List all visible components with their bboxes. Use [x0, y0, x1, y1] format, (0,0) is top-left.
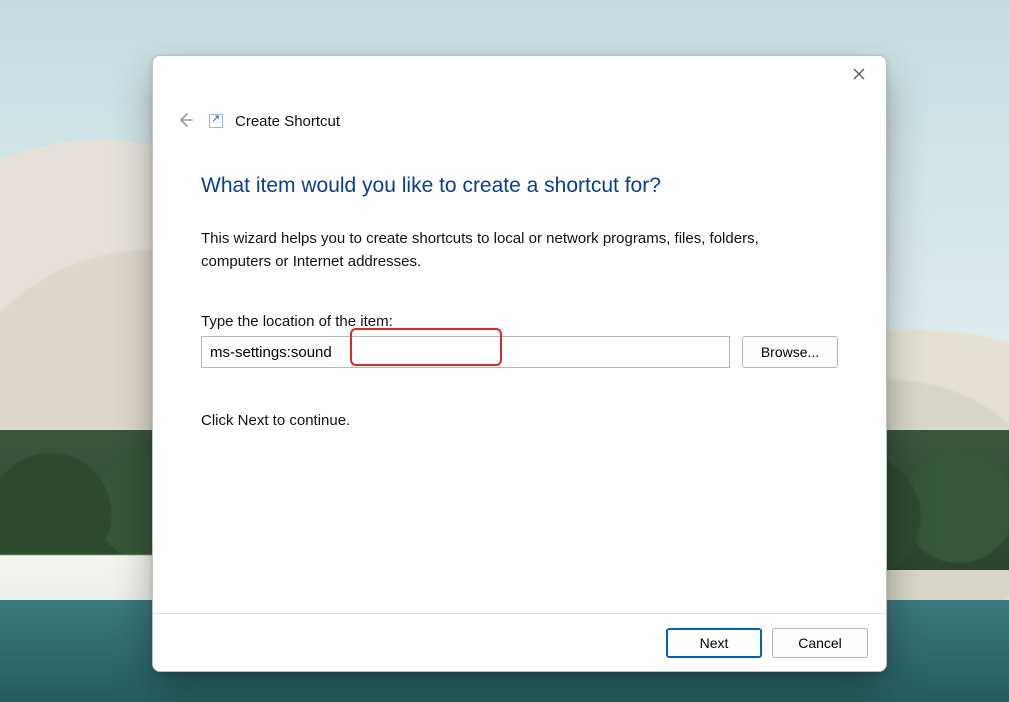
- close-icon: [853, 67, 865, 83]
- page-heading: What item would you like to create a sho…: [201, 174, 838, 198]
- wizard-body: What item would you like to create a sho…: [153, 140, 886, 429]
- location-label: Type the location of the item:: [201, 313, 838, 330]
- cancel-button[interactable]: Cancel: [772, 628, 868, 658]
- location-input[interactable]: [201, 336, 730, 368]
- titlebar: [153, 56, 886, 90]
- arrow-left-icon: [176, 111, 194, 132]
- wizard-footer: Next Cancel: [153, 613, 886, 671]
- intro-text: This wizard helps you to create shortcut…: [201, 228, 781, 273]
- next-button[interactable]: Next: [666, 628, 762, 658]
- create-shortcut-wizard: Create Shortcut What item would you like…: [152, 55, 887, 672]
- browse-button[interactable]: Browse...: [742, 336, 838, 368]
- shortcut-icon: [209, 114, 223, 128]
- window-title: Create Shortcut: [235, 113, 340, 130]
- header-row: Create Shortcut: [153, 90, 886, 140]
- close-button[interactable]: [842, 62, 876, 88]
- location-row: Browse...: [201, 336, 838, 368]
- continue-hint: Click Next to continue.: [201, 412, 838, 429]
- back-button[interactable]: [173, 109, 197, 133]
